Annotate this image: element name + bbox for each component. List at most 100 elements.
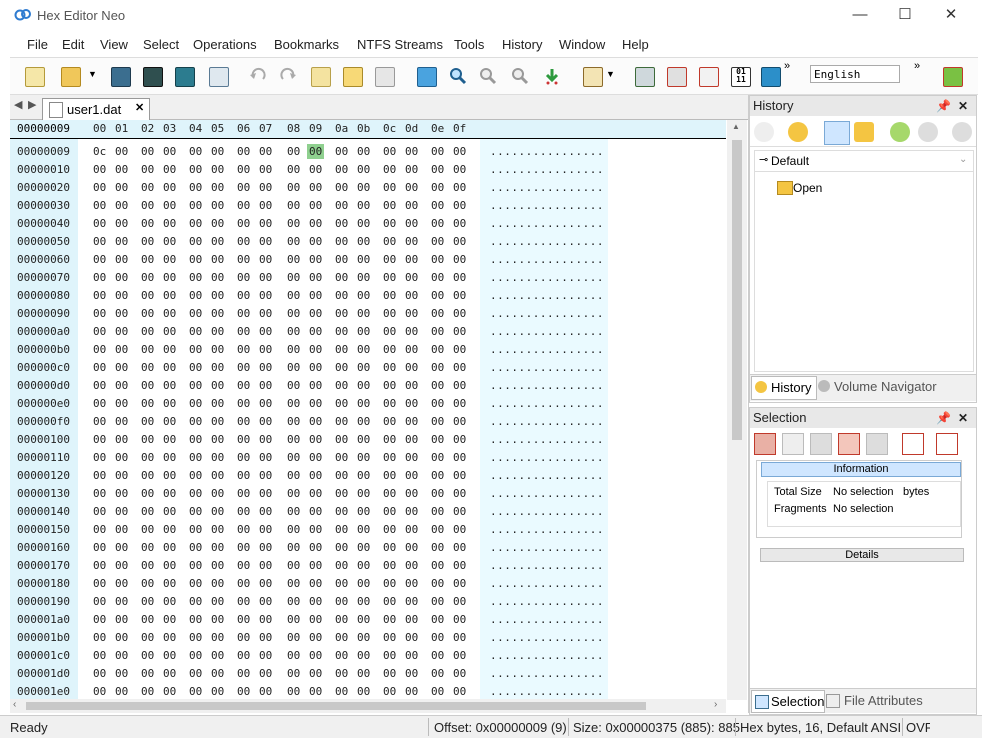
settings-button[interactable] [940,64,964,88]
hex-byte[interactable]: 00 [259,451,272,464]
history-clock-icon[interactable] [788,122,808,142]
hex-byte[interactable]: 00 [431,379,444,392]
hex-byte[interactable]: 00 [93,595,106,608]
hex-byte[interactable]: 00 [141,343,154,356]
hex-byte[interactable]: 00 [431,487,444,500]
hex-byte[interactable]: 00 [237,649,250,662]
hex-byte[interactable]: 00 [259,181,272,194]
hex-byte[interactable]: 00 [163,217,176,230]
hex-byte[interactable]: 00 [453,379,466,392]
hex-byte[interactable]: 00 [237,667,250,680]
hex-byte[interactable]: 00 [335,181,348,194]
ascii-text[interactable]: ................ [490,289,604,302]
hex-byte[interactable]: 00 [115,415,128,428]
hex-byte[interactable]: 00 [357,325,370,338]
hex-byte[interactable]: 00 [259,397,272,410]
menu-edit[interactable]: Edit [62,37,84,52]
hex-byte[interactable]: 00 [357,217,370,230]
hex-byte[interactable]: 00 [357,577,370,590]
ascii-text[interactable]: ................ [490,379,604,392]
hex-byte[interactable]: 00 [163,163,176,176]
hex-byte[interactable]: 00 [115,271,128,284]
hex-byte[interactable]: 00 [383,649,396,662]
hex-byte[interactable]: 00 [189,451,202,464]
hex-byte[interactable]: 00 [453,613,466,626]
hex-byte[interactable]: 00 [431,433,444,446]
hex-byte[interactable]: 00 [259,649,272,662]
hex-byte[interactable]: 00 [163,397,176,410]
ascii-text[interactable]: ................ [490,307,604,320]
hex-byte[interactable]: 00 [237,415,250,428]
history-entry-open[interactable]: Open [769,179,829,197]
hex-byte[interactable]: 00 [357,559,370,572]
hex-byte[interactable]: 00 [115,631,128,644]
hex-byte[interactable]: 00 [141,631,154,644]
hex-byte[interactable]: 00 [357,541,370,554]
hex-byte[interactable]: 00 [93,649,106,662]
hex-byte[interactable]: 00 [287,685,300,698]
hex-byte[interactable]: 00 [453,685,466,698]
hex-byte[interactable]: 00 [189,361,202,374]
hex-byte[interactable]: 00 [453,505,466,518]
hex-byte[interactable]: 00 [163,253,176,266]
hex-byte[interactable]: 00 [357,505,370,518]
menu-window[interactable]: Window [559,37,605,52]
hex-byte[interactable]: 00 [335,415,348,428]
hex-byte[interactable]: 00 [309,451,322,464]
hex-byte[interactable]: 00 [237,451,250,464]
hex-byte[interactable]: 00 [453,307,466,320]
hex-byte[interactable]: 00 [115,253,128,266]
hex-byte[interactable]: 00 [189,271,202,284]
hex-byte[interactable]: 00 [287,577,300,590]
hex-byte[interactable]: 00 [141,145,154,158]
hex-byte[interactable]: 00 [431,505,444,518]
save-button[interactable] [108,64,132,88]
hex-byte[interactable]: 00 [383,325,396,338]
hex-byte[interactable]: 00 [259,469,272,482]
hex-byte[interactable]: 00 [357,487,370,500]
hex-byte[interactable]: 00 [287,505,300,518]
hex-byte[interactable]: 00 [309,289,322,302]
hex-byte[interactable]: 00 [259,325,272,338]
hex-byte[interactable]: 00 [357,523,370,536]
hex-byte[interactable]: 00 [211,505,224,518]
pin-icon[interactable]: 📌 [936,408,951,428]
hex-byte[interactable]: 00 [383,613,396,626]
hex-byte[interactable]: 00 [237,631,250,644]
hex-byte[interactable]: 00 [93,343,106,356]
hex-byte[interactable]: 00 [431,397,444,410]
hex-byte[interactable]: 00 [357,361,370,374]
hex-byte[interactable]: 00 [357,145,370,158]
hex-byte[interactable]: 00 [163,613,176,626]
hex-byte[interactable]: 00 [163,433,176,446]
hex-byte[interactable]: 00 [259,217,272,230]
hex-byte[interactable]: 00 [115,487,128,500]
hex-byte[interactable]: 00 [211,415,224,428]
goto-offset-button[interactable] [414,64,438,88]
hex-byte[interactable]: 00 [431,253,444,266]
hex-byte[interactable]: 00 [309,613,322,626]
hex-byte[interactable]: 00 [163,145,176,158]
hex-byte[interactable]: 00 [189,415,202,428]
hex-byte[interactable]: 00 [309,253,322,266]
hex-byte[interactable]: 00 [309,505,322,518]
hex-byte[interactable]: 00 [431,559,444,572]
menu-bookmarks[interactable]: Bookmarks [274,37,339,52]
hex-byte[interactable]: 00 [287,235,300,248]
hex-byte[interactable]: 00 [141,505,154,518]
hex-byte[interactable]: 00 [163,649,176,662]
hex-byte[interactable]: 00 [431,595,444,608]
hex-byte[interactable]: 00 [287,649,300,662]
menu-operations[interactable]: Operations [193,37,257,52]
hex-byte[interactable]: 00 [383,523,396,536]
print-button[interactable] [206,64,230,88]
hex-byte[interactable]: 00 [357,469,370,482]
ascii-text[interactable]: ................ [490,271,604,284]
history-clear-icon[interactable] [952,122,972,142]
hex-byte[interactable]: 00 [163,199,176,212]
hex-byte[interactable]: 00 [189,685,202,698]
ascii-text[interactable]: ................ [490,253,604,266]
hex-byte[interactable]: 00 [189,523,202,536]
hex-byte[interactable]: 00 [287,487,300,500]
ascii-text[interactable]: ................ [490,433,604,446]
